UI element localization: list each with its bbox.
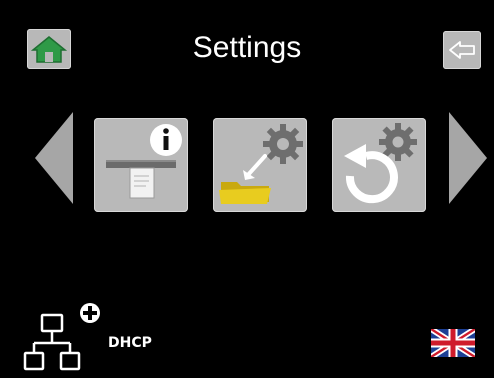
back-button[interactable] xyxy=(443,31,481,69)
device-info-tile[interactable] xyxy=(94,118,188,212)
chevron-right-icon[interactable] xyxy=(447,110,489,206)
uk-flag-icon[interactable] xyxy=(431,329,475,357)
folder-settings-tile[interactable] xyxy=(213,118,307,212)
network-add-icon[interactable] xyxy=(22,299,108,375)
back-arrow-icon xyxy=(449,41,475,59)
chevron-left-icon[interactable] xyxy=(33,110,75,206)
reset-settings-icon xyxy=(344,123,417,204)
network-mode-label: DHCP xyxy=(108,335,152,351)
folder-settings-icon xyxy=(219,124,303,204)
page-title: Settings xyxy=(192,31,302,64)
reset-settings-tile[interactable] xyxy=(332,118,426,212)
device-info-icon xyxy=(106,124,182,199)
